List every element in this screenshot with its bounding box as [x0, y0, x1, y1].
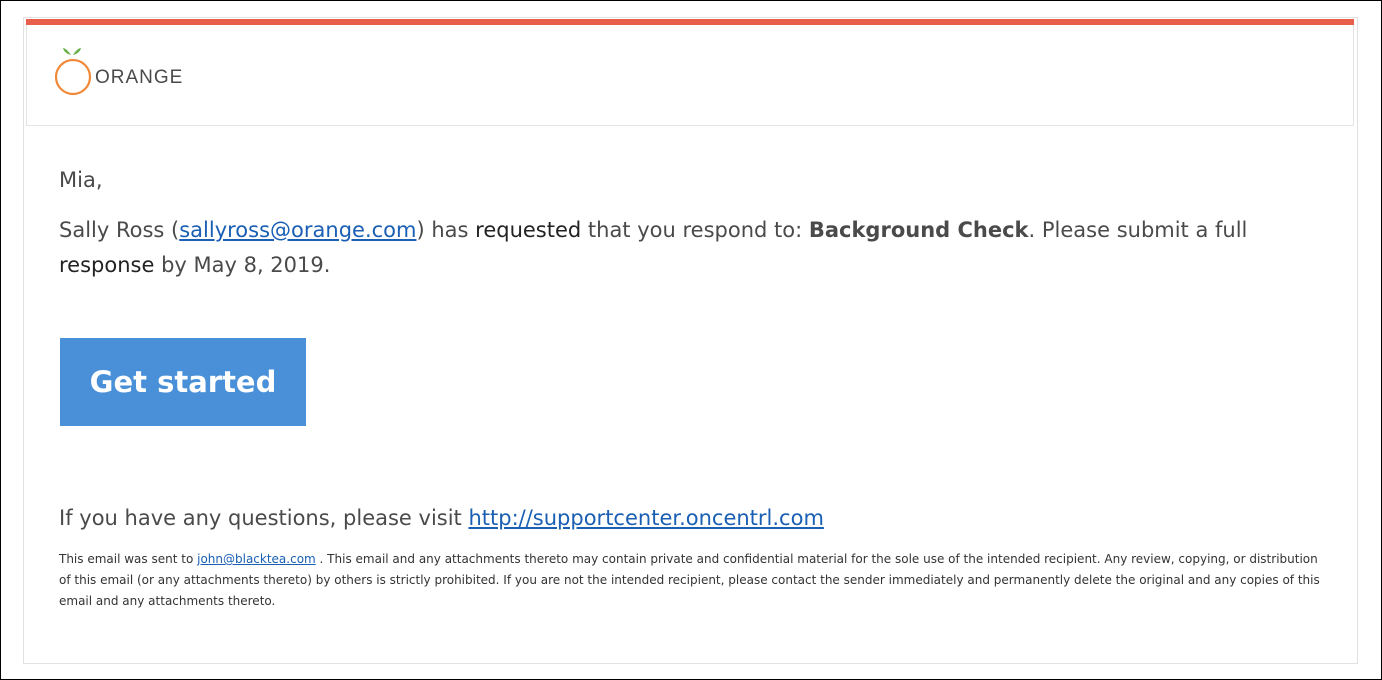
support-link[interactable]: http://supportcenter.oncentrl.com — [468, 506, 823, 530]
support-text: If you have any questions, please visit — [59, 506, 469, 530]
message-text: requested — [475, 218, 582, 242]
legal-text: This email was sent to — [59, 552, 198, 566]
due-date-text: by May 8, 2019. — [154, 253, 331, 277]
message-text: that you respond to: — [581, 218, 809, 242]
message-text: ) has — [416, 218, 476, 242]
request-message: Sally Ross (sallyross@orange.com) has re… — [59, 213, 1309, 283]
support-line: If you have any questions, please visit … — [59, 503, 1309, 533]
greeting: Mia, — [59, 168, 103, 192]
recipient-email-link[interactable]: john@blacktea.com — [197, 552, 316, 566]
get-started-button[interactable]: Get started — [60, 338, 306, 426]
orange-fruit-icon — [55, 48, 92, 96]
requester-email-link[interactable]: sallyross@orange.com — [179, 218, 416, 242]
legal-disclaimer: This email was sent to john@blacktea.com… — [59, 549, 1321, 612]
request-title: Background Check — [808, 218, 1029, 242]
email-header: ORANGE — [26, 25, 1354, 126]
brand-name: ORANGE — [95, 67, 184, 88]
greeting-block: Mia, — [59, 166, 1319, 194]
message-text: . Please submit a full — [1028, 218, 1248, 242]
message-text: response — [59, 253, 155, 277]
requester-name: Sally Ross ( — [59, 218, 180, 242]
brand-logo[interactable]: ORANGE — [55, 45, 195, 101]
